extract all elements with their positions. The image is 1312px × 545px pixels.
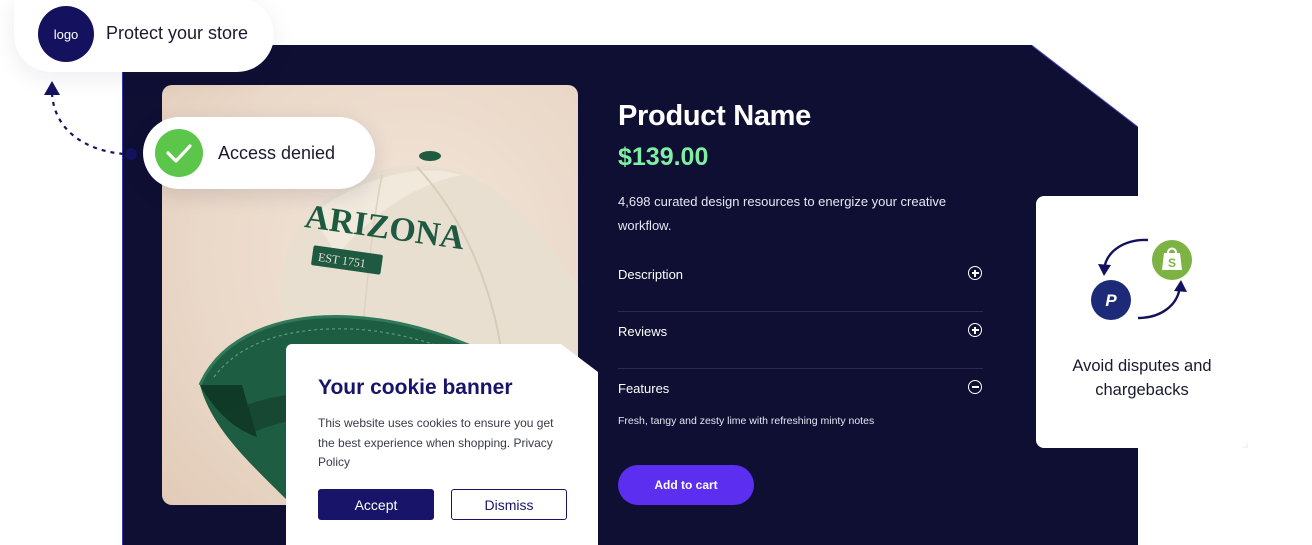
dispute-card-text: Avoid disputes and chargebacks [1072,357,1212,399]
product-description: 4,698 curated design resources to energi… [618,194,947,233]
accordion-item-reviews[interactable]: Reviews [618,312,983,369]
product-accordion: Description Reviews Features Fresh, tang… [618,255,983,427]
svg-text:S: S [1168,256,1176,270]
dispute-card: S P Avoid disputes and chargebacks [1036,196,1248,448]
product-name: Product Name [618,100,811,132]
access-denied-pill: Access denied [143,117,375,189]
access-denied-text: Access denied [218,143,336,163]
plus-circle-icon[interactable] [968,323,982,337]
protect-store-pill: logo Protect your store [14,0,274,72]
add-to-cart-button[interactable]: Add to cart [618,465,754,505]
cookie-banner-text: This website uses cookies to ensure you … [318,416,554,469]
dashed-arrow-icon [44,81,137,160]
plus-circle-icon[interactable] [968,266,982,280]
accept-button[interactable]: Accept [318,489,434,520]
logo[interactable]: logo [38,6,94,62]
protect-store-text: Protect your store [106,23,249,43]
minus-circle-icon[interactable] [968,380,982,394]
check-icon [155,129,203,177]
shopify-icon: S [1152,240,1192,280]
accordion-label: Description [618,267,684,282]
paypal-icon: P [1091,280,1131,320]
svg-text:P: P [1105,291,1117,310]
dismiss-button[interactable]: Dismiss [451,489,567,520]
accordion-label: Reviews [618,324,668,339]
accordion-content-features: Fresh, tangy and zesty lime with refresh… [618,415,875,427]
product-price: $139.00 [618,143,709,171]
accordion-label: Features [618,381,670,396]
cookie-banner-title: Your cookie banner [318,376,513,399]
accordion-item-description[interactable]: Description [618,255,983,312]
